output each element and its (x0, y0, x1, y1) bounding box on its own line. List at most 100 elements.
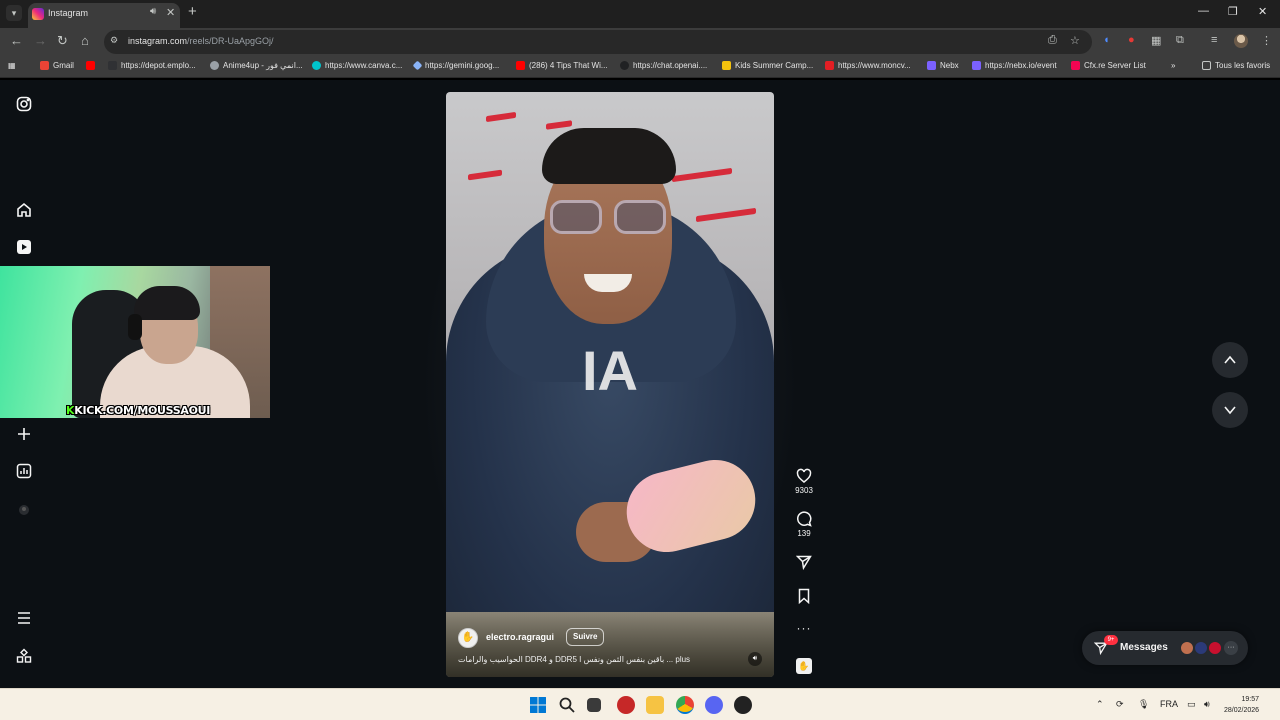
mute-toggle-icon[interactable]: 🔊︎ (748, 652, 762, 666)
bookmark-item[interactable]: Anime4up - انمي فور... (210, 61, 303, 70)
chrome-icon[interactable] (676, 696, 694, 714)
windows-start-icon[interactable] (529, 696, 547, 714)
new-tab-button[interactable]: + (188, 3, 197, 20)
share-icon[interactable] (796, 554, 812, 570)
reload-button[interactable]: ↻ (57, 33, 68, 49)
bookmark-item[interactable] (86, 61, 95, 70)
comment-action[interactable]: 139 (790, 511, 818, 538)
minimize-button[interactable]: — (1198, 5, 1209, 17)
bookmark-item[interactable]: Kids Summer Camp... (722, 61, 813, 70)
restore-button[interactable]: ❐ (1228, 5, 1238, 18)
conversation-avatar (1194, 641, 1208, 655)
extension-grid-icon[interactable]: ▦ (1151, 34, 1161, 47)
bookmark-item[interactable]: (286) 4 Tips That Wi... (516, 61, 608, 70)
bookmark-icon[interactable] (796, 588, 812, 604)
media-controls-icon[interactable]: ≡ (1211, 34, 1217, 46)
sync-icon[interactable]: ⟳ (1116, 699, 1124, 710)
bookmark-label: https://nebx.io/event (985, 61, 1057, 70)
camp-icon (722, 61, 731, 70)
bookmark-star-icon[interactable]: ☆ (1070, 34, 1080, 47)
network-icon[interactable]: ▭ (1187, 699, 1196, 710)
speaker-icon[interactable]: 🔊︎ (150, 6, 156, 17)
follow-button[interactable]: Suivre (566, 628, 605, 646)
youtube-icon (86, 61, 95, 70)
install-app-icon[interactable]: ⎙ (1048, 34, 1057, 47)
globe-icon (108, 61, 117, 70)
bookmark-label: Cfx.re Server List (1084, 61, 1146, 70)
apps-grid-icon[interactable]: ▦ (8, 61, 16, 70)
all-bookmarks-folder[interactable]: Tous les favoris (1202, 61, 1270, 70)
messages-button[interactable]: 9+ Messages ··· (1082, 631, 1248, 665)
url-text[interactable]: instagram.com/reels/DR-UaApgGOj/ (128, 36, 274, 46)
bookmark-item[interactable]: https://gemini.goog... (412, 60, 499, 71)
bookmarks-overflow-button[interactable]: » (1171, 61, 1175, 70)
bookmark-label: https://depot.emplo... (121, 61, 196, 70)
microphone-icon[interactable]: 🎙︎ (1138, 699, 1149, 710)
bookmark-label: Kids Summer Camp... (735, 61, 814, 70)
bookmark-item[interactable]: https://nebx.io/event (972, 61, 1057, 70)
search-icon[interactable] (558, 696, 576, 714)
home-button[interactable]: ⌂ (81, 33, 89, 48)
discord-icon[interactable] (705, 696, 723, 714)
tab-instagram[interactable]: Instagram 🔊︎ ✕ (28, 3, 180, 28)
reel-video[interactable]: IA ✋ electro.ragragui Suivre الحواسيب وا… (446, 92, 774, 677)
share-action[interactable] (790, 554, 818, 570)
extensions-puzzle-icon[interactable]: ⧉ (1176, 34, 1184, 47)
previous-reel-button[interactable] (1212, 342, 1248, 378)
language-indicator[interactable]: FRA (1160, 699, 1178, 709)
more-menu-icon[interactable] (16, 610, 32, 626)
kick-logo-letter: K (66, 404, 75, 417)
reel-description[interactable]: الحواسيب والرامات DDR4 و DDR5 باقين بنفس… (458, 655, 690, 664)
site-info-icon[interactable]: ⚙ (110, 35, 118, 46)
instagram-logo-icon[interactable] (16, 96, 32, 112)
heart-icon[interactable] (796, 468, 812, 484)
create-icon[interactable] (16, 426, 32, 442)
app-dark-icon[interactable] (734, 696, 752, 714)
close-window-button[interactable]: ✕ (1258, 5, 1267, 18)
more-options-icon[interactable]: ··· (790, 621, 818, 635)
like-action[interactable]: 9303 (790, 468, 818, 495)
back-button[interactable]: ← (10, 33, 23, 48)
forward-button[interactable]: → (34, 33, 47, 48)
bookmark-label: Nebx (940, 61, 959, 70)
bookmark-item[interactable]: https://depot.emplo... (108, 61, 196, 70)
system-clock[interactable]: 19:57 28/02/2026 (1224, 694, 1259, 716)
reels-icon[interactable] (16, 239, 32, 255)
moncv-icon (825, 61, 834, 70)
bookmark-item[interactable]: https://www.canva.c... (312, 61, 402, 70)
original-audio-thumbnail[interactable]: ✋ (796, 658, 812, 674)
bookmark-item[interactable]: https://chat.openai.... (620, 61, 707, 70)
home-icon[interactable] (16, 202, 32, 218)
address-bar[interactable]: ⚙ instagram.com/reels/DR-UaApgGOj/ ⎙ ☆ (104, 30, 1092, 54)
bookmark-item[interactable]: https://www.moncv... (825, 61, 911, 70)
bookmark-item[interactable]: Nebx (927, 61, 959, 70)
reel-username[interactable]: electro.ragragui (486, 632, 554, 642)
volume-icon[interactable]: 🔊︎ (1204, 699, 1210, 710)
extension-audio-icon[interactable]: ◖ (1103, 34, 1110, 46)
also-from-meta-icon[interactable] (16, 648, 32, 664)
browser-menu-icon[interactable]: ⋮ (1261, 34, 1272, 47)
nebx-icon (927, 61, 936, 70)
cfx-icon (1071, 61, 1080, 70)
bookmark-label: Gmail (53, 61, 74, 70)
bookmark-item[interactable]: Cfx.re Server List (1071, 61, 1146, 70)
comment-icon[interactable] (796, 511, 812, 527)
tray-overflow-icon[interactable]: ⌃ (1096, 699, 1104, 710)
file-explorer-icon[interactable] (646, 696, 664, 714)
shelf-detail (696, 207, 756, 223)
reel-author-avatar[interactable]: ✋ (458, 628, 478, 648)
dashboard-icon[interactable] (16, 463, 32, 479)
profile-avatar[interactable] (1234, 34, 1248, 48)
save-action[interactable] (790, 588, 818, 604)
task-view-icon[interactable] (587, 698, 601, 712)
profile-avatar-icon[interactable] (16, 502, 32, 518)
app-red-icon[interactable] (617, 696, 635, 714)
tab-search-button[interactable]: ▾ (6, 5, 22, 21)
extension-record-icon[interactable]: ● (1128, 34, 1135, 46)
close-tab-icon[interactable]: ✕ (166, 6, 175, 19)
webcam-overlay: KKICK.COM/MOUSSAOUI (0, 266, 270, 418)
shelf-detail (468, 169, 502, 181)
bookmark-item[interactable]: Gmail (40, 61, 74, 70)
next-reel-button[interactable] (1212, 392, 1248, 428)
chevron-up-icon (1224, 355, 1236, 364)
